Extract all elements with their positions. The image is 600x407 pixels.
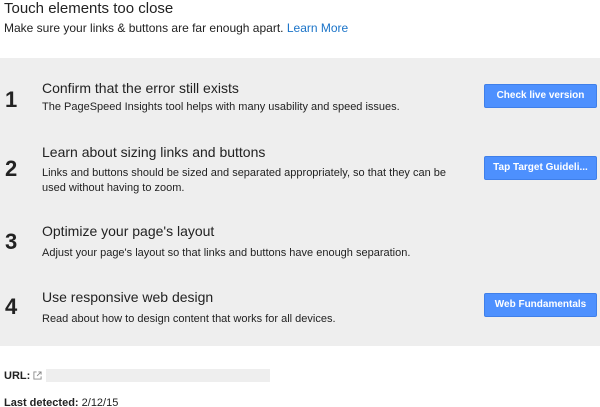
step-title: Use responsive web design bbox=[42, 289, 214, 305]
step-description: Adjust your page's layout so that links … bbox=[42, 247, 411, 259]
step-title: Confirm that the error still exists bbox=[42, 80, 239, 96]
step-title: Learn about sizing links and buttons bbox=[42, 144, 266, 160]
last-detected-value: 2/12/15 bbox=[81, 397, 119, 407]
learn-more-link[interactable]: Learn More bbox=[287, 21, 348, 35]
last-detected-label: Last detected: bbox=[4, 397, 79, 407]
steps-panel: 1 Confirm that the error still exists Th… bbox=[0, 58, 600, 346]
step-title: Optimize your page's layout bbox=[42, 223, 215, 239]
web-fundamentals-button[interactable]: Web Fundamentals bbox=[484, 293, 597, 317]
step-number: 4 bbox=[5, 294, 18, 319]
step-description: Read about how to design content that wo… bbox=[42, 313, 336, 325]
issue-title: Touch elements too close bbox=[4, 0, 174, 17]
url-row: URL: bbox=[4, 369, 30, 383]
step-number: 1 bbox=[5, 87, 18, 112]
step-description: The PageSpeed Insights tool helps with m… bbox=[42, 101, 400, 113]
issue-description-text: Make sure your links & buttons are far e… bbox=[4, 21, 284, 35]
step-description: Links and buttons should be sized and se… bbox=[42, 167, 447, 194]
issue-description: Make sure your links & buttons are far e… bbox=[4, 21, 348, 36]
step-number: 2 bbox=[5, 156, 18, 181]
external-link-icon[interactable] bbox=[33, 371, 42, 380]
last-detected-row: Last detected: 2/12/15 bbox=[4, 396, 118, 407]
check-live-version-button[interactable]: Check live version bbox=[484, 84, 597, 108]
url-label: URL: bbox=[4, 370, 31, 382]
step-number: 3 bbox=[5, 229, 18, 254]
touch-elements-report: Touch elements too close Make sure your … bbox=[0, 0, 600, 407]
url-value-redacted[interactable] bbox=[46, 369, 270, 382]
tap-target-guidelines-button[interactable]: Tap Target Guideli... bbox=[484, 156, 597, 180]
